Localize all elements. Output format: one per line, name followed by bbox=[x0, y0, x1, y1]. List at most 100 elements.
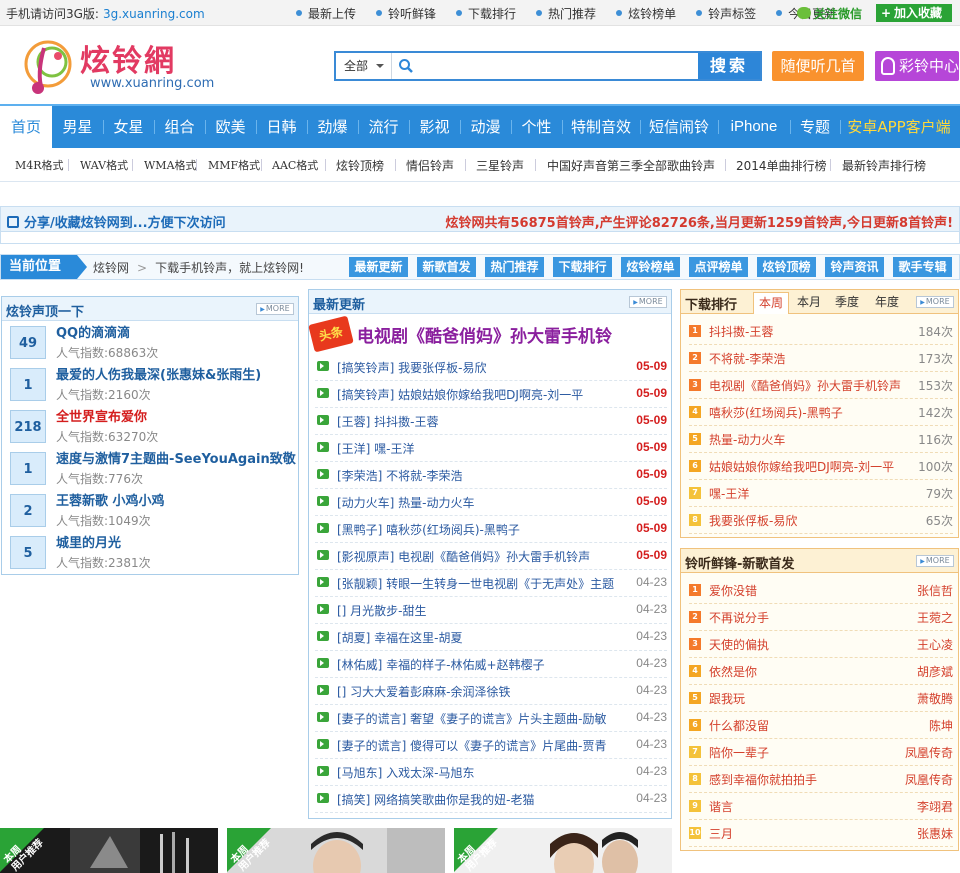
tag-latest[interactable]: 最新更新 bbox=[349, 257, 408, 277]
subnav-wav[interactable]: WAV格式 bbox=[80, 157, 128, 173]
nav-sms-alarm[interactable]: 短信闹铃 bbox=[640, 106, 718, 148]
ring-title-link[interactable]: [张靓颖] 转眼一生转身一世电视剧《于无声处》主题 bbox=[337, 575, 625, 592]
top-link-hot[interactable]: 热门推荐 bbox=[534, 5, 596, 22]
artist-link[interactable]: 李翊君 bbox=[917, 798, 953, 815]
mobile-site-url[interactable]: 3g.xuanring.com bbox=[103, 7, 205, 21]
ring-title-link[interactable]: [妻子的谎言] 傻得可以《妻子的谎言》片尾曲-贾青 bbox=[337, 737, 625, 754]
search-input[interactable] bbox=[420, 55, 690, 77]
latest-updates-more-button[interactable]: MORE bbox=[629, 296, 667, 308]
song-title-link[interactable]: 不再说分手 bbox=[709, 609, 909, 626]
artist-link[interactable]: 胡彦斌 bbox=[917, 663, 953, 680]
song-title-link[interactable]: 什么都没留 bbox=[709, 717, 909, 734]
nav-topics[interactable]: 专题 bbox=[790, 106, 840, 148]
random-listen-button[interactable]: 随便听几首 bbox=[772, 51, 864, 81]
ring-title-link[interactable]: 不将就-李荣浩 bbox=[709, 350, 909, 367]
ring-title-link[interactable]: [] 习大大爱着彭麻麻-余润泽徐铁 bbox=[337, 683, 625, 700]
nav-iphone[interactable]: iPhone bbox=[718, 106, 790, 148]
play-speaker-icon[interactable] bbox=[317, 523, 329, 533]
ring-title-link[interactable]: [王蓉] 抖抖擞-王蓉 bbox=[337, 413, 625, 430]
nav-home[interactable]: 首页 bbox=[0, 106, 52, 148]
ring-title-link[interactable]: 嘿-王洋 bbox=[709, 485, 909, 502]
ring-title-link[interactable]: [马旭东] 入戏太深-马旭东 bbox=[337, 764, 625, 781]
wechat-follow-link[interactable]: 关注微信 bbox=[797, 5, 862, 22]
nav-female[interactable]: 女星 bbox=[103, 106, 154, 148]
play-speaker-icon[interactable] bbox=[317, 631, 329, 641]
search-category-select[interactable]: 全部 bbox=[336, 53, 392, 79]
ring-title-link[interactable]: 我要张俘板-易欣 bbox=[709, 512, 909, 529]
subnav-m4r[interactable]: M4R格式 bbox=[15, 157, 64, 173]
tag-download-rank[interactable]: 下载排行 bbox=[553, 257, 612, 277]
song-title-link[interactable]: 陪你一辈子 bbox=[709, 744, 909, 761]
play-speaker-icon[interactable] bbox=[317, 658, 329, 668]
ring-title-link[interactable]: 速度与激情7主题曲-SeeYouAgain致敬 bbox=[56, 448, 296, 467]
ring-title-link[interactable]: [黑鸭子] 嘻秋莎(红场阅兵)-黑鸭子 bbox=[337, 521, 625, 538]
nav-anime[interactable]: 动漫 bbox=[460, 106, 511, 148]
ring-title-link[interactable]: [影视原声] 电视剧《酷爸俏妈》孙大雷手机铃声 bbox=[337, 548, 625, 565]
nav-jpkr[interactable]: 日韩 bbox=[256, 106, 307, 148]
play-speaker-icon[interactable] bbox=[317, 496, 329, 506]
ring-title-link[interactable]: 姑娘姑娘你嫁给我吧DJ啊亮-刘一平 bbox=[709, 458, 909, 475]
ring-title-link[interactable]: [王洋] 嘿-王洋 bbox=[337, 440, 625, 457]
vote-count-badge[interactable]: 5 bbox=[10, 536, 46, 569]
top-link-charts[interactable]: 炫铃榜单 bbox=[614, 5, 676, 22]
play-speaker-icon[interactable] bbox=[317, 766, 329, 776]
nav-pop[interactable]: 流行 bbox=[358, 106, 409, 148]
ring-title-link[interactable]: [李荣浩] 不将就-李荣浩 bbox=[337, 467, 625, 484]
new-songs-more-button[interactable]: MORE bbox=[916, 555, 954, 567]
play-speaker-icon[interactable] bbox=[317, 685, 329, 695]
song-title-link[interactable]: 天使的偏执 bbox=[709, 636, 909, 653]
ring-title-link[interactable]: 城里的月光 bbox=[56, 532, 121, 551]
promo-card[interactable]: 本周 用户推荐 bbox=[0, 828, 218, 873]
ring-title-link[interactable]: 全世界宣布爱你 bbox=[56, 406, 147, 425]
site-logo[interactable]: 炫铃網 www.xuanring.com bbox=[22, 36, 214, 98]
nav-male[interactable]: 男星 bbox=[52, 106, 103, 148]
subnav-aac[interactable]: AAC格式 bbox=[272, 157, 318, 173]
song-title-link[interactable]: 感到幸福你就拍拍手 bbox=[709, 771, 909, 788]
add-favorite-button[interactable]: 加入收藏 bbox=[876, 4, 952, 22]
play-speaker-icon[interactable] bbox=[317, 604, 329, 614]
breadcrumb-home[interactable]: 炫铃网 bbox=[93, 261, 129, 275]
tab-this-week[interactable]: 本周 bbox=[753, 292, 789, 314]
mobile-site-link[interactable]: 手机请访问3G版: 3g.xuanring.com bbox=[6, 5, 205, 22]
tag-charts[interactable]: 炫铃榜单 bbox=[621, 257, 680, 277]
tab-this-month[interactable]: 本月 bbox=[791, 292, 827, 314]
artist-link[interactable]: 萧敬腾 bbox=[917, 690, 953, 707]
play-speaker-icon[interactable] bbox=[317, 739, 329, 749]
tag-top-chart[interactable]: 炫铃顶榜 bbox=[757, 257, 816, 277]
nav-group[interactable]: 组合 bbox=[154, 106, 205, 148]
promo-card[interactable]: 本周 用户推荐 bbox=[454, 828, 672, 873]
subnav-latest-chart[interactable]: 最新铃声排行榜 bbox=[842, 157, 926, 174]
play-speaker-icon[interactable] bbox=[317, 793, 329, 803]
top-link-tags[interactable]: 铃声标签 bbox=[694, 5, 756, 22]
play-speaker-icon[interactable] bbox=[317, 415, 329, 425]
artist-link[interactable]: 凤凰传奇 bbox=[905, 771, 953, 788]
subnav-voice-china[interactable]: 中国好声音第三季全部歌曲铃声 bbox=[547, 157, 715, 174]
artist-link[interactable]: 张惠妹 bbox=[917, 825, 953, 842]
ring-title-link[interactable]: 电视剧《酷爸俏妈》孙大雷手机铃声 bbox=[709, 377, 909, 394]
song-title-link[interactable]: 依然是你 bbox=[709, 663, 909, 680]
subnav-top-chart[interactable]: 炫铃顶榜 bbox=[336, 157, 384, 174]
artist-link[interactable]: 王菀之 bbox=[917, 609, 953, 626]
subnav-samsung[interactable]: 三星铃声 bbox=[476, 157, 524, 174]
ring-title-link[interactable]: 热量-动力火车 bbox=[709, 431, 909, 448]
artist-link[interactable]: 凤凰传奇 bbox=[905, 744, 953, 761]
tag-ring-news[interactable]: 铃声资讯 bbox=[825, 257, 884, 277]
vote-count-badge[interactable]: 218 bbox=[10, 410, 46, 443]
subnav-wma[interactable]: WMA格式 bbox=[144, 157, 197, 173]
nav-personal[interactable]: 个性 bbox=[511, 106, 562, 148]
song-title-link[interactable]: 爱你没错 bbox=[709, 582, 909, 599]
nav-explosive[interactable]: 劲爆 bbox=[307, 106, 358, 148]
nav-sound-effects[interactable]: 特制音效 bbox=[562, 106, 640, 148]
vote-count-badge[interactable]: 1 bbox=[10, 452, 46, 485]
ring-title-link[interactable]: 抖抖擞-王蓉 bbox=[709, 323, 909, 340]
download-rank-more-button[interactable]: MORE bbox=[916, 296, 954, 308]
song-title-link[interactable]: 三月 bbox=[709, 825, 909, 842]
song-title-link[interactable]: 谐言 bbox=[709, 798, 909, 815]
ring-title-link[interactable]: [妻子的谎言] 奢望《妻子的谎言》片头主题曲-励敏 bbox=[337, 710, 625, 727]
ring-title-link[interactable]: [搞笑铃声] 我要张俘板-易欣 bbox=[337, 359, 625, 376]
song-title-link[interactable]: 跟我玩 bbox=[709, 690, 909, 707]
ring-title-link[interactable]: QQ的滴滴滴 bbox=[56, 322, 130, 341]
vote-count-badge[interactable]: 1 bbox=[10, 368, 46, 401]
nav-western[interactable]: 欧美 bbox=[205, 106, 256, 148]
subnav-mmf[interactable]: MMF格式 bbox=[208, 157, 260, 173]
